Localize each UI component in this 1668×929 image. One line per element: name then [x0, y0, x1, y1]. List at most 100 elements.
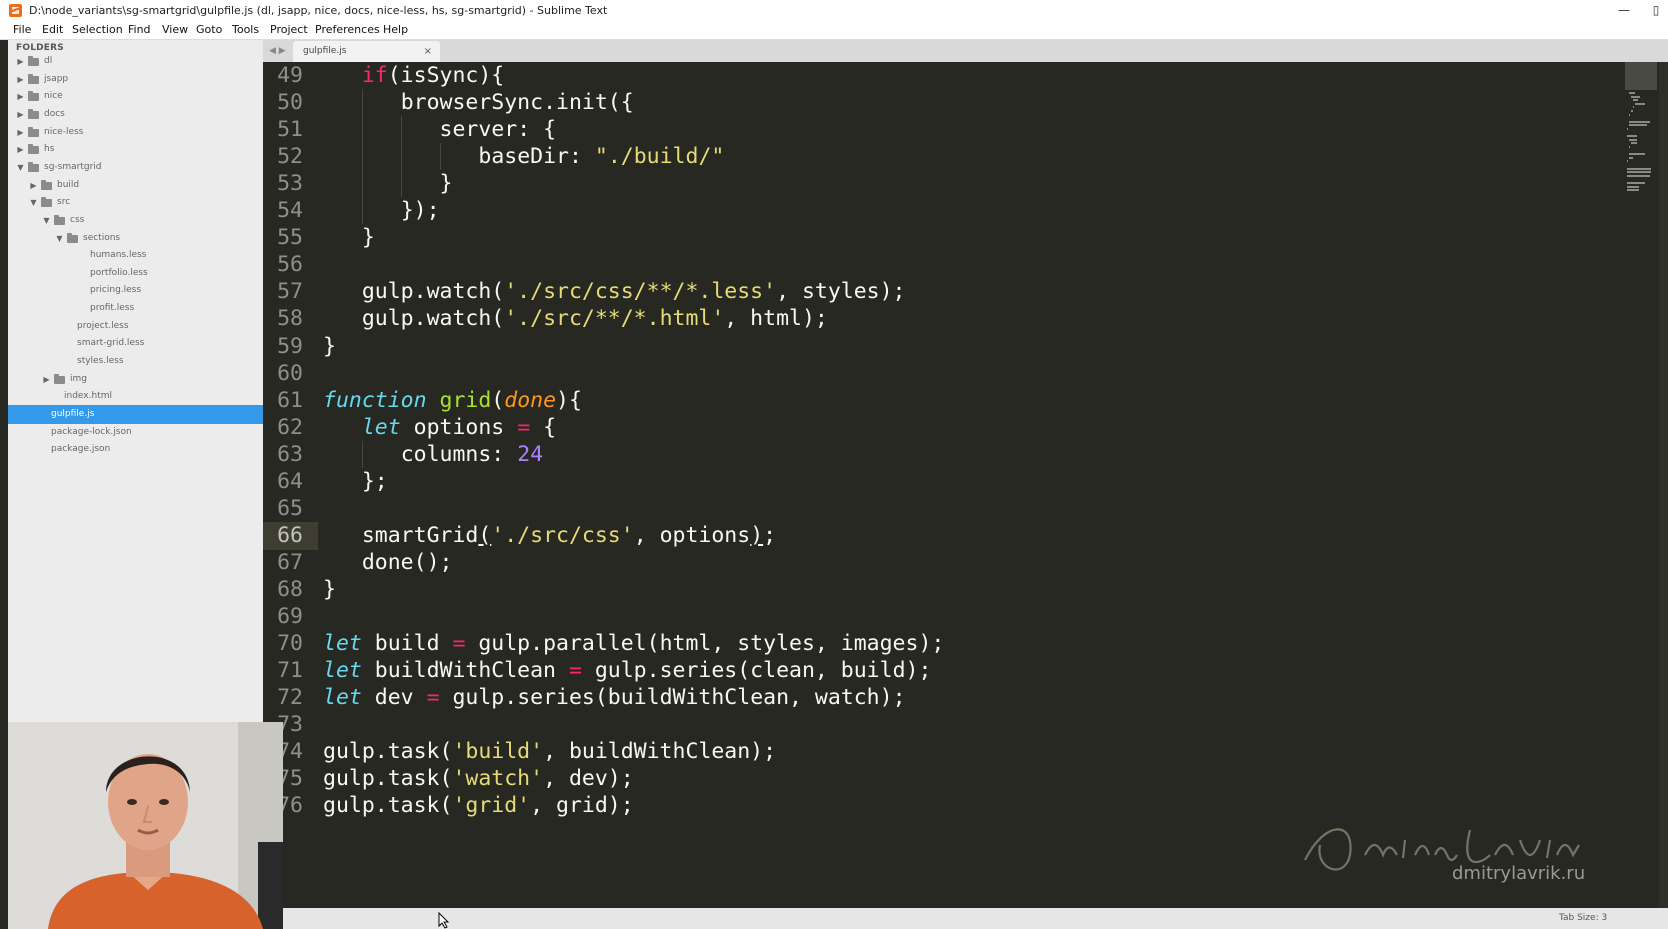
line-number: 52	[277, 144, 303, 170]
disclosure-expanded-icon[interactable]: ▼	[16, 158, 25, 177]
disclosure-collapsed-icon[interactable]: ▶	[16, 87, 25, 106]
sidebar-item-pricing-less[interactable]: pricing.less	[8, 281, 263, 300]
watermark-url: dmitrylavrik.ru	[1452, 863, 1586, 884]
tab-close-icon[interactable]: ×	[424, 41, 432, 62]
code-token-plain: , buildWithClean);	[543, 739, 777, 765]
menu-goto[interactable]: Goto	[196, 21, 222, 39]
minimap[interactable]	[1625, 62, 1661, 202]
menu-file[interactable]: File	[13, 21, 31, 39]
code-line[interactable]: 71 let buildWithClean = gulp.series(clean…	[263, 657, 1563, 685]
disclosure-expanded-icon[interactable]: ▼	[29, 193, 38, 212]
menu-find[interactable]: Find	[128, 21, 151, 39]
code-line[interactable]: 73	[263, 711, 1563, 739]
code-text: gulp.task('grid', grid);	[323, 792, 634, 820]
sidebar-item-styles-less[interactable]: styles.less	[8, 352, 263, 371]
sidebar-item-nice[interactable]: ▶ nice	[8, 87, 263, 106]
disclosure-collapsed-icon[interactable]: ▶	[16, 140, 25, 159]
code-token-plain: options	[400, 414, 518, 440]
code-line[interactable]: 58 gulp.watch('./src/**/*.html', html);	[263, 305, 1563, 333]
sidebar-item-sg-smartgrid[interactable]: ▼ sg-smartgrid	[8, 158, 263, 177]
close-icon[interactable]: ▯	[1644, 0, 1668, 21]
line-number: 53	[277, 171, 303, 197]
vertical-scrollbar[interactable]	[1659, 62, 1668, 908]
minimap-viewport[interactable]	[1625, 62, 1657, 90]
sidebar-item-src[interactable]: ▼ src	[8, 193, 263, 212]
code-line[interactable]: 70 let build = gulp.parallel(html, styles…	[263, 630, 1563, 658]
code-line[interactable]: 68}	[263, 576, 1563, 604]
disclosure-expanded-icon[interactable]: ▼	[42, 211, 51, 230]
sidebar-item-index-html[interactable]: index.html	[8, 387, 263, 406]
menu-tools[interactable]: Tools	[232, 21, 259, 39]
menu-help[interactable]: Help	[383, 21, 408, 39]
sidebar-item-nice-less[interactable]: ▶ nice-less	[8, 123, 263, 142]
code-line[interactable]: 50 browserSync.init({	[263, 89, 1563, 117]
menu-edit[interactable]: Edit	[42, 21, 63, 39]
code-line[interactable]: 75 gulp.task('watch', dev);	[263, 765, 1563, 793]
disclosure-collapsed-icon[interactable]: ▶	[16, 70, 25, 89]
code-line[interactable]: 61 function grid(done){	[263, 387, 1563, 415]
code-line[interactable]: 49 if(isSync){	[263, 62, 1563, 90]
sidebar-item-dl[interactable]: ▶ dl	[8, 52, 263, 71]
code-line[interactable]: 56	[263, 251, 1563, 279]
minimap-line	[1627, 185, 1639, 188]
menu-selection[interactable]: Selection	[72, 21, 123, 39]
sidebar-item-label: gulpfile.js	[51, 409, 95, 419]
minimap-line	[1629, 138, 1637, 141]
code-line[interactable]: 57 gulp.watch('./src/css/**/*.less', styl…	[263, 278, 1563, 306]
menu-view[interactable]: View	[162, 21, 188, 39]
disclosure-collapsed-icon[interactable]: ▶	[16, 105, 25, 124]
sidebar-item-build[interactable]: ▶ build	[8, 176, 263, 195]
sidebar-item-humans-less[interactable]: humans.less	[8, 246, 263, 265]
code-line[interactable]: 63 columns: 24	[263, 441, 1563, 469]
code-token-plain: browserSync.init({	[400, 90, 634, 116]
code-line[interactable]: 66 smartGrid('./src/css', options);	[263, 522, 1563, 550]
code-editor[interactable]: 49 if(isSync){50 browserSync.init({51 serve…	[263, 62, 1668, 908]
code-text: if(isSync){	[362, 62, 504, 90]
sidebar-item-sections[interactable]: ▼ sections	[8, 229, 263, 248]
minimize-icon[interactable]: —	[1612, 0, 1636, 21]
code-line[interactable]: 52 baseDir: "./build/"	[263, 143, 1563, 171]
code-line[interactable]: 62 let options = {	[263, 414, 1563, 442]
disclosure-collapsed-icon[interactable]: ▶	[16, 52, 25, 71]
code-line[interactable]: 53}	[263, 170, 1563, 198]
sidebar-item-package-json[interactable]: package.json	[8, 440, 263, 459]
sidebar-item-profit-less[interactable]: profit.less	[8, 299, 263, 318]
code-line[interactable]: 74 gulp.task('build', buildWithClean);	[263, 738, 1563, 766]
code-line[interactable]: 55}	[263, 224, 1563, 252]
sidebar-item-portfolio-less[interactable]: portfolio.less	[8, 264, 263, 283]
code-line[interactable]: 72 let dev = gulp.series(buildWithClean, …	[263, 684, 1563, 712]
sidebar-item-img[interactable]: ▶ img	[8, 370, 263, 389]
code-line[interactable]: 67 done();	[263, 549, 1563, 577]
sidebar-item-package-lock-json[interactable]: package-lock.json	[8, 423, 263, 442]
window-title-bar: D:\node_variants\sg-smartgrid\gulpfile.j…	[0, 0, 1668, 21]
sidebar-item-jsapp[interactable]: ▶ jsapp	[8, 70, 263, 89]
sidebar-item-css[interactable]: ▼ css	[8, 211, 263, 230]
code-token-plain: , styles);	[776, 279, 906, 305]
code-line[interactable]: 51 server: {	[263, 116, 1563, 144]
code-line[interactable]: 54});	[263, 197, 1563, 225]
sublime-text-icon	[9, 4, 22, 17]
code-line[interactable]: 64};	[263, 468, 1563, 496]
sidebar-item-project-less[interactable]: project.less	[8, 317, 263, 336]
code-line[interactable]: 76 gulp.task('grid', grid);	[263, 792, 1563, 820]
disclosure-expanded-icon[interactable]: ▼	[55, 229, 64, 248]
menu-preferences[interactable]: Preferences	[315, 21, 380, 39]
code-line[interactable]: 60	[263, 360, 1563, 388]
disclosure-collapsed-icon[interactable]: ▶	[16, 123, 25, 142]
sidebar-item-gulpfile-js[interactable]: gulpfile.js	[8, 405, 263, 424]
sidebar-item-smart-grid-less[interactable]: smart-grid.less	[8, 334, 263, 353]
disclosure-collapsed-icon[interactable]: ▶	[42, 370, 51, 389]
tab-size-indicator[interactable]: Tab Size: 3	[1559, 908, 1607, 929]
menu-project[interactable]: Project	[270, 21, 308, 39]
code-line[interactable]: 59}	[263, 333, 1563, 361]
code-line[interactable]: 65	[263, 495, 1563, 523]
tab-nav-arrows-icon[interactable]: ◀ ▶	[269, 40, 286, 62]
line-number: 49	[277, 63, 303, 88]
sidebar-item-hs[interactable]: ▶ hs	[8, 140, 263, 159]
code-token-str: './src/**/*.html'	[504, 306, 725, 332]
disclosure-collapsed-icon[interactable]: ▶	[29, 176, 38, 195]
folder-icon	[28, 73, 39, 84]
sidebar-item-docs[interactable]: ▶ docs	[8, 105, 263, 124]
tab-gulpfile[interactable]: gulpfile.js ×	[293, 41, 440, 62]
code-line[interactable]: 69	[263, 603, 1563, 631]
